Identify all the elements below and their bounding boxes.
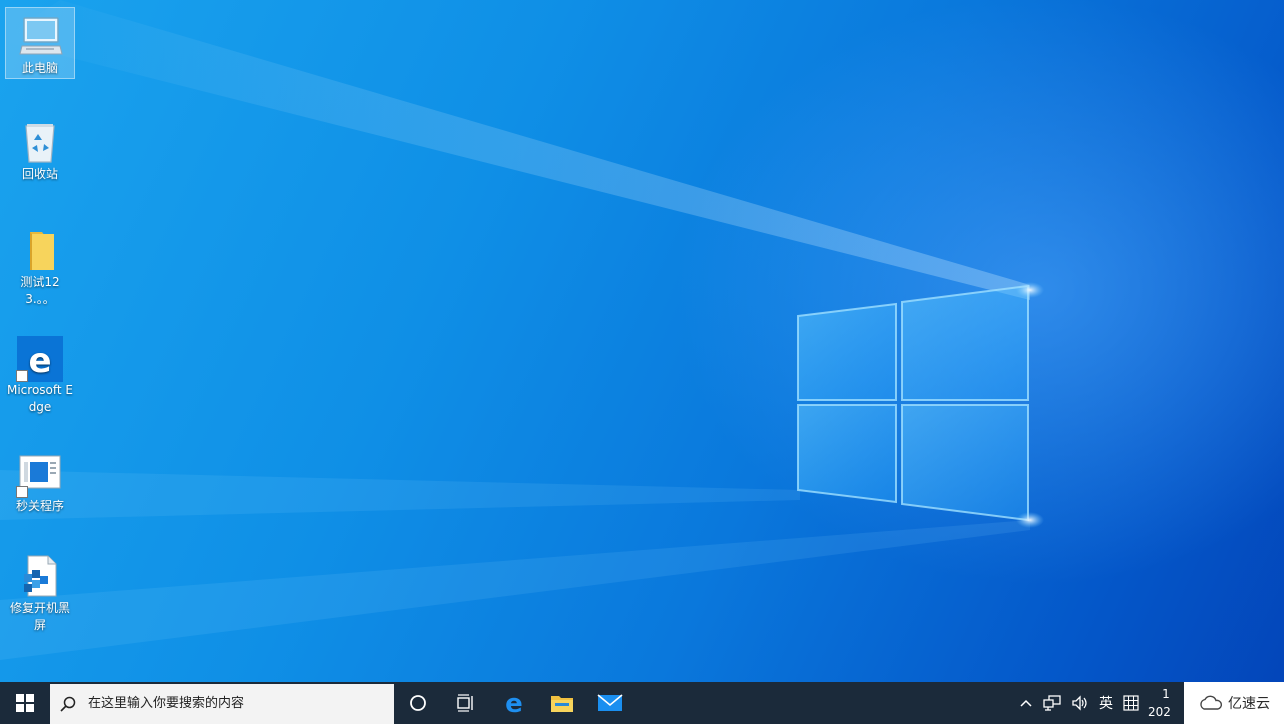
start-button[interactable]: [0, 682, 50, 724]
edge-icon: e: [505, 691, 523, 715]
desktop-icon-label: 秒关程序: [15, 499, 64, 513]
taskbar-file-explorer-button[interactable]: [538, 682, 586, 724]
taskbar-search-box[interactable]: [50, 683, 394, 724]
clock-time: 1: [1162, 687, 1170, 701]
desktop-icon-repair-black-screen[interactable]: 修复开机黑屏: [6, 548, 74, 634]
speaker-icon: [1072, 695, 1087, 711]
desktop-icon-test-folder[interactable]: 测试123.。。: [6, 222, 74, 308]
file-explorer-icon: [551, 696, 573, 712]
desktop-icon-label: 回收站: [21, 167, 58, 181]
desktop-background: 此电脑 回收站 测试123.。。 e Microsoft Edge 秒关程序 修…: [0, 0, 1284, 724]
taskbar: e: [0, 682, 1284, 724]
task-view-icon: [457, 694, 473, 712]
task-view-button[interactable]: [442, 682, 490, 724]
taskbar-clock[interactable]: 1 202: [1144, 685, 1184, 721]
ime-mode-button[interactable]: [1118, 682, 1144, 724]
cortana-button[interactable]: [394, 682, 442, 724]
repair-file-icon: [16, 552, 64, 600]
cortana-icon: [410, 695, 426, 711]
network-icon: [1043, 695, 1061, 711]
watermark-text: 亿速云: [1228, 696, 1270, 712]
svg-text:e: e: [28, 341, 51, 381]
windows-start-icon: [16, 694, 34, 712]
desktop-icon-label: 修复开机黑屏: [9, 601, 70, 632]
desktop-icon-label: 测试123.。。: [20, 275, 60, 306]
mail-icon: [597, 694, 623, 711]
desktop-icon-label: 此电脑: [21, 61, 58, 75]
desktop-icon-label: Microsoft Edge: [6, 383, 73, 414]
edge-icon: e: [16, 334, 64, 382]
search-icon: [50, 695, 86, 713]
program-shortcut-icon: [16, 450, 64, 498]
shortcut-arrow-icon: [16, 370, 28, 382]
folder-icon: [16, 226, 64, 274]
taskbar-mail-button[interactable]: [586, 682, 634, 724]
desktop-icon-this-pc[interactable]: 此电脑: [5, 7, 75, 79]
svg-text:e: e: [505, 691, 523, 715]
show-hidden-icons-button[interactable]: [1014, 682, 1038, 724]
cloud-logo-icon: [1200, 695, 1223, 710]
clock-date: 202: [1148, 705, 1171, 719]
ime-grid-icon: [1123, 695, 1139, 711]
volume-button[interactable]: [1066, 682, 1094, 724]
search-input[interactable]: [86, 695, 380, 712]
recycle-bin-icon: [16, 118, 64, 166]
desktop-icon-area: 此电脑 回收站 测试123.。。 e Microsoft Edge 秒关程序 修…: [0, 0, 80, 680]
shortcut-arrow-icon: [16, 486, 28, 498]
taskbar-edge-button[interactable]: e: [490, 682, 538, 724]
chevron-up-icon: [1020, 699, 1032, 707]
desktop-icon-microsoft-edge[interactable]: e Microsoft Edge: [6, 330, 74, 416]
windows-logo-wallpaper: [0, 0, 1044, 660]
this-pc-icon: [16, 12, 64, 60]
network-button[interactable]: [1038, 682, 1066, 724]
desktop-icon-recycle-bin[interactable]: 回收站: [6, 114, 74, 183]
input-language-indicator[interactable]: 英: [1094, 682, 1118, 724]
desktop-icon-program-shortcut[interactable]: 秒关程序: [6, 446, 74, 515]
ime-label: 英: [1099, 696, 1113, 712]
watermark-badge: 亿速云: [1184, 682, 1284, 724]
